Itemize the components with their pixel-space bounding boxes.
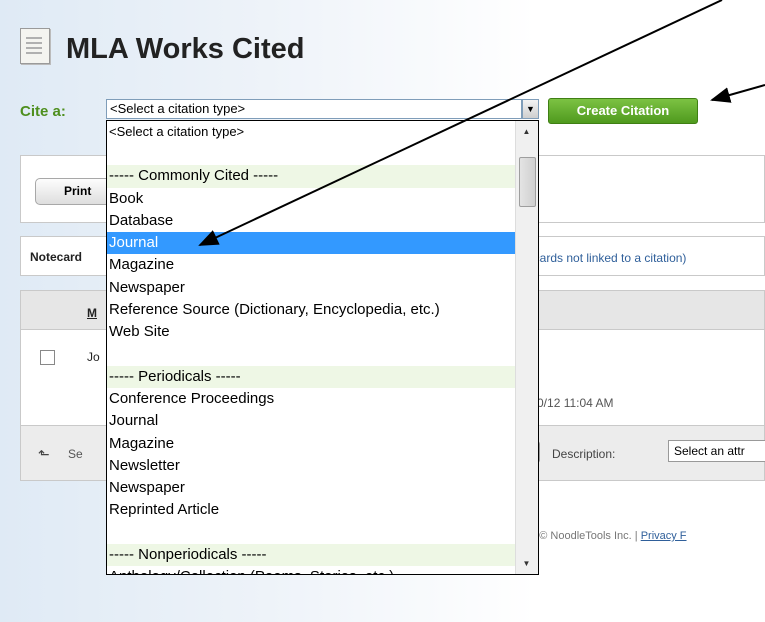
arrow-to-create-citation — [710, 84, 765, 103]
arrow-to-journal — [198, 0, 723, 246]
annotation-arrows — [198, 0, 765, 246]
